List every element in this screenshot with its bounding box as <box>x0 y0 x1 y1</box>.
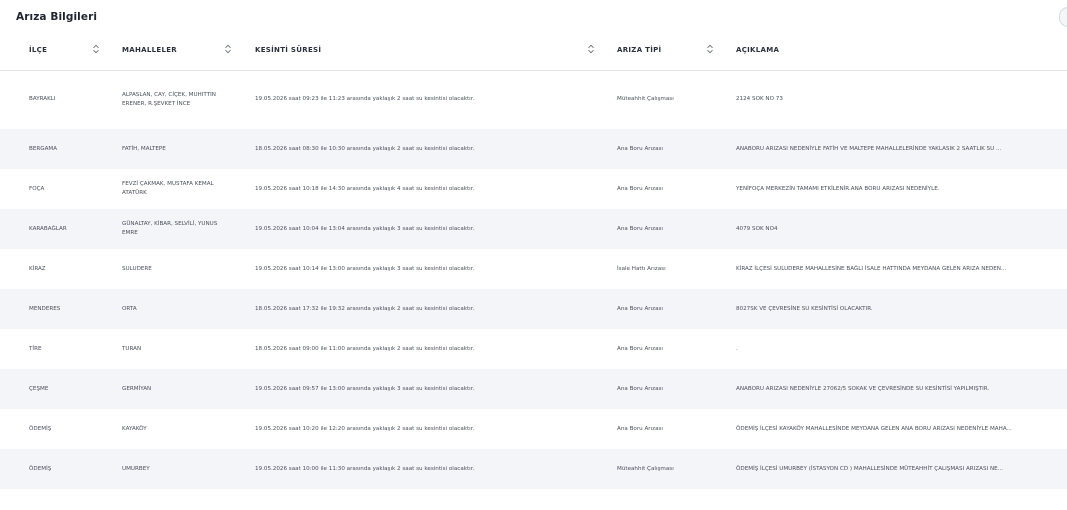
cell-mahalleler: SULUDERE <box>122 265 152 272</box>
cell-ariza-tipi: Ana Boru Arızası <box>617 185 663 192</box>
cell-ilce: KİRAZ <box>29 265 46 272</box>
cell-ariza-tipi: İsale Hattı Arızası <box>617 265 666 272</box>
cell-mahalleler: TURAN <box>122 345 142 352</box>
cell-ilce: BAYRAKLI <box>29 96 56 103</box>
table-row[interactable]: TİRE TURAN 18.05.2026 saat 09:00 ile 11:… <box>0 329 1067 369</box>
cell-aciklama: 4079 SOK NO4 <box>736 225 778 232</box>
table-header-row: İLÇE MAHALLELER KESİNTİ SÜRESİ ARIZA TİP… <box>0 30 1067 70</box>
table-row[interactable]: KİRAZ SULUDERE 19.05.2026 saat 10:14 ile… <box>0 249 1067 289</box>
sort-icon[interactable] <box>224 44 232 54</box>
cell-kesinti: 18.05.2026 saat 17:32 ile 19:32 arasında… <box>255 305 475 312</box>
header-ariza-tipi-label: ARIZA TİPİ <box>617 45 662 54</box>
cell-mahalleler: GÜNALTAY, KİBAR, SELVİLİ, YUNUS EMRE <box>122 209 255 249</box>
header-kesinti[interactable]: KESİNTİ SÜRESİ <box>255 30 617 70</box>
header-mahalleler[interactable]: MAHALLELER <box>122 30 255 70</box>
page-title: Arıza Bilgileri <box>16 11 98 23</box>
cell-aciklama: 2124 SOK NO 73 <box>736 96 783 103</box>
cell-kesinti: 19.05.2026 saat 10:04 ile 13:04 arasında… <box>255 225 475 232</box>
cell-mahalleler: ALPASLAN, CAY, CİÇEK, MUHITTIN ERENER, R… <box>122 70 255 129</box>
cell-ilce: BERGAMA <box>29 145 58 152</box>
header-aciklama-label: AÇIKLAMA <box>736 45 780 54</box>
cell-ariza-tipi: Ana Boru Arızası <box>617 305 663 312</box>
cell-kesinti: 19.05.2026 saat 10:00 ile 11:30 arasında… <box>255 465 475 472</box>
cell-ilce: ÖDEMİŞ <box>29 425 52 432</box>
cell-mahalleler: FEVZİ ÇAKMAK, MUSTAFA KEMAL ATATÜRK <box>122 169 255 209</box>
header-kesinti-label: KESİNTİ SÜRESİ <box>255 45 322 54</box>
cell-kesinti: 19.05.2026 saat 09:57 ile 13:00 arasında… <box>255 385 475 392</box>
cell-ariza-tipi: Ana Boru Arızası <box>617 145 663 152</box>
cell-mahalleler: GERMİYAN <box>122 385 152 392</box>
corner-button[interactable] <box>1059 7 1067 27</box>
cell-kesinti: 19.05.2026 saat 10:14 ile 13:00 arasında… <box>255 265 475 272</box>
cell-ariza-tipi: Müteahhit Çalışması <box>617 465 674 472</box>
table-row[interactable]: MENDERES ORTA 18.05.2026 saat 17:32 ile … <box>0 289 1067 329</box>
cell-ilce: FOÇA <box>29 185 45 192</box>
cell-mahalleler-text: FEVZİ ÇAKMAK, MUSTAFA KEMAL ATATÜRK <box>122 181 214 196</box>
cell-mahalleler-text: GÜNALTAY, KİBAR, SELVİLİ, YUNUS EMRE <box>122 221 218 236</box>
table-row[interactable]: FOÇA FEVZİ ÇAKMAK, MUSTAFA KEMAL ATATÜRK… <box>0 169 1067 209</box>
cell-mahalleler-text: ALPASLAN, CAY, CİÇEK, MUHITTIN ERENER, R… <box>122 92 216 107</box>
cell-mahalleler: UMURBEY <box>122 465 150 472</box>
cell-mahalleler: FATİH, MALTEPE <box>122 129 255 169</box>
cell-ilce: ÖDEMİŞ <box>29 465 52 472</box>
fault-table: İLÇE MAHALLELER KESİNTİ SÜRESİ ARIZA TİP… <box>0 30 1067 489</box>
table-row[interactable]: ÇEŞME GERMİYAN 19.05.2026 saat 09:57 ile… <box>0 369 1067 409</box>
cell-mahalleler-text: FATİH, MALTEPE <box>122 145 166 152</box>
table-row[interactable]: ÖDEMİŞ UMURBEY 19.05.2026 saat 10:00 ile… <box>0 449 1067 489</box>
table-row[interactable]: BAYRAKLI ALPASLAN, CAY, CİÇEK, MUHITTIN … <box>0 70 1067 129</box>
table-row[interactable]: KARABAĞLAR GÜNALTAY, KİBAR, SELVİLİ, YUN… <box>0 209 1067 249</box>
cell-kesinti: 19.05.2026 saat 10:20 ile 12:20 arasında… <box>255 425 475 432</box>
cell-ariza-tipi: Ana Boru Arızası <box>617 425 663 432</box>
cell-kesinti: 18.05.2026 saat 09:00 ile 11:00 arasında… <box>255 345 475 352</box>
table-row[interactable]: BERGAMA FATİH, MALTEPE 18.05.2026 saat 0… <box>0 129 1067 169</box>
header-ariza-tipi[interactable]: ARIZA TİPİ <box>617 30 736 70</box>
header-ilce[interactable]: İLÇE <box>0 30 122 70</box>
sort-icon[interactable] <box>706 44 714 54</box>
cell-ilce: TİRE <box>29 345 42 352</box>
cell-aciklama: ÖDEMİŞ İLÇESİ UMURBEY (İSTASYON CD ) MAH… <box>736 465 1004 472</box>
cell-aciklama: ANABORU ARIZASI NEDENİYLE 27062/5 SOKAK … <box>736 385 990 392</box>
sort-icon[interactable] <box>92 44 100 54</box>
cell-aciklama: YENİFOÇA MERKEZİN TAMAMI ETKİLENİR.ANA B… <box>736 185 940 192</box>
cell-kesinti: 18.05.2026 saat 08:30 ile 10:30 arasında… <box>255 145 475 152</box>
cell-aciklama: ÖDEMİŞ İLÇESİ KAYAKÖY MAHALLESİNDE MEYDA… <box>736 425 1012 432</box>
cell-ilce: ÇEŞME <box>29 385 49 392</box>
cell-ilce: KARABAĞLAR <box>29 225 67 232</box>
cell-mahalleler: ORTA <box>122 305 137 312</box>
cell-aciklama: . <box>736 345 738 352</box>
cell-aciklama: 8027SK VE ÇEVRESİNE SU KESİNTİSİ OLACAKT… <box>736 305 873 312</box>
cell-aciklama: KİRAZ İLÇESİ SULUDERE MAHALLESİNE BAĞLI … <box>736 265 1007 272</box>
cell-ariza-tipi: Müteahhit Çalışması <box>617 96 674 103</box>
header-mahalleler-label: MAHALLELER <box>122 45 177 54</box>
cell-mahalleler: KAYAKÖY <box>122 425 147 432</box>
header-ilce-label: İLÇE <box>29 45 48 54</box>
sort-icon[interactable] <box>587 44 595 54</box>
cell-aciklama: ANABORU ARIZASI NEDENİYLE FATİH VE MALTE… <box>736 145 1002 152</box>
cell-ariza-tipi: Ana Boru Arızası <box>617 345 663 352</box>
table-row[interactable]: ÖDEMİŞ KAYAKÖY 19.05.2026 saat 10:20 ile… <box>0 409 1067 449</box>
cell-ilce: MENDERES <box>29 305 61 312</box>
cell-kesinti: 19.05.2026 saat 10:18 ile 14:30 arasında… <box>255 185 475 192</box>
cell-kesinti: 19.05.2026 saat 09:23 ile 11:23 arasında… <box>255 96 475 103</box>
cell-ariza-tipi: Ana Boru Arızası <box>617 225 663 232</box>
header-aciklama: AÇIKLAMA <box>736 30 1067 70</box>
cell-ariza-tipi: Ana Boru Arızası <box>617 385 663 392</box>
